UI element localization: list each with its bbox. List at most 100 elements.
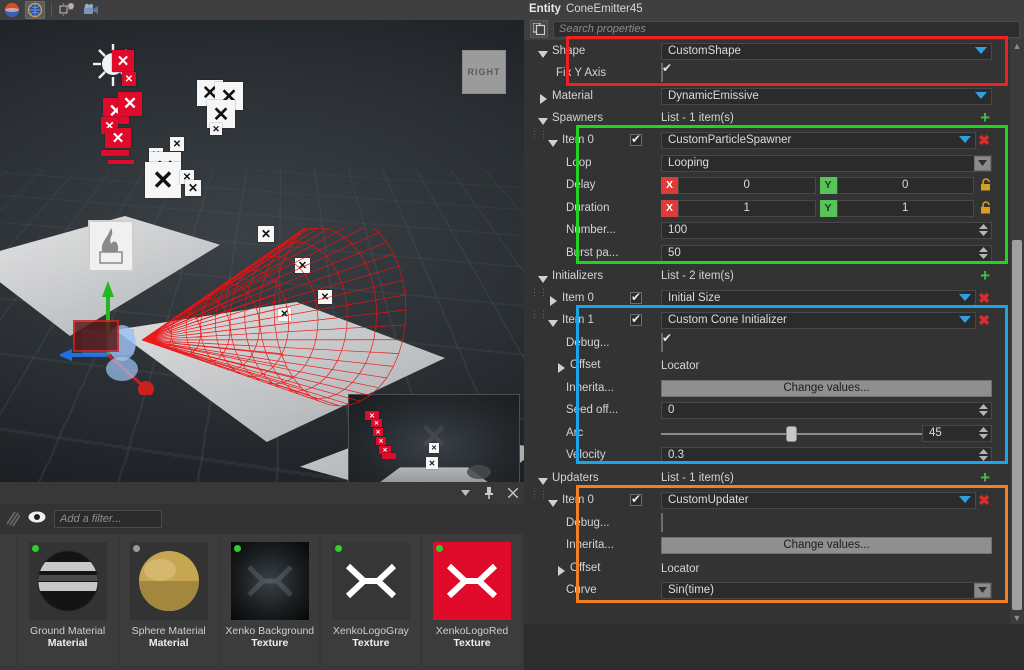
- property-combobox[interactable]: CustomShape: [661, 43, 992, 60]
- property-scrollbar[interactable]: ▲ ▼: [1010, 40, 1024, 624]
- panel-footer: [524, 624, 1024, 670]
- asset-card[interactable]: Xenko Background Texture: [221, 534, 319, 665]
- chevron-down-icon[interactable]: [458, 486, 472, 500]
- slider-number-input[interactable]: 45: [922, 425, 992, 442]
- property-combobox[interactable]: Sin(time): [661, 582, 992, 599]
- add-item-icon[interactable]: +: [980, 269, 990, 283]
- asset-card[interactable]: XenkoLogoGray Texture: [322, 534, 420, 665]
- asset-card[interactable]: XenkoLogoRed Texture: [423, 534, 521, 665]
- add-item-icon[interactable]: +: [980, 111, 990, 125]
- vector-y-input[interactable]: 1: [837, 200, 975, 217]
- property-combobox[interactable]: Custom Cone Initializer: [661, 312, 976, 329]
- expander-expand-icon[interactable]: [538, 91, 548, 101]
- grip-handle-icon[interactable]: [6, 510, 20, 528]
- delete-item-icon[interactable]: ✖: [978, 493, 990, 507]
- axis-x-badge: X: [661, 177, 678, 194]
- spinner-arrows[interactable]: [978, 224, 989, 237]
- chevron-down-icon[interactable]: [959, 294, 971, 301]
- vector-x-input[interactable]: 1: [678, 200, 816, 217]
- chevron-down-icon[interactable]: [975, 92, 987, 99]
- search-properties-input[interactable]: Search properties: [553, 21, 1020, 38]
- delete-item-icon[interactable]: ✖: [978, 313, 990, 327]
- item-enabled-checkbox[interactable]: [630, 134, 642, 146]
- asset-card[interactable]: Ground Material Material: [19, 534, 117, 665]
- change-values-button[interactable]: Change values...: [661, 537, 992, 554]
- expander-collapse-icon[interactable]: [548, 135, 558, 145]
- chevron-down-icon[interactable]: [959, 316, 971, 323]
- property-row: Delay X 0 Y 0: [524, 174, 1010, 196]
- spinner-arrows[interactable]: [978, 427, 989, 440]
- row-drag-handle[interactable]: ⋮⋮: [530, 133, 533, 136]
- expander-collapse-icon[interactable]: [548, 495, 558, 505]
- property-combobox[interactable]: CustomUpdater: [661, 492, 976, 509]
- delete-item-icon[interactable]: ✖: [978, 133, 990, 147]
- property-label: Offset: [570, 359, 600, 371]
- property-combobox[interactable]: Initial Size: [661, 290, 976, 307]
- scroll-up-arrow[interactable]: ▲: [1012, 41, 1022, 51]
- expander-collapse-icon[interactable]: [538, 473, 548, 483]
- expander-collapse-icon[interactable]: [548, 315, 558, 325]
- gizmo-transform-icon[interactable]: [58, 1, 78, 19]
- property-checkbox[interactable]: [661, 333, 663, 352]
- property-number-input[interactable]: 50: [661, 245, 992, 262]
- change-values-button[interactable]: Change values...: [661, 380, 992, 397]
- item-enabled-checkbox[interactable]: [630, 314, 642, 326]
- asset-filter-input[interactable]: Add a filter...: [54, 510, 162, 528]
- expander-collapse-icon[interactable]: [538, 113, 548, 123]
- asset-type: Texture: [453, 637, 490, 649]
- copy-properties-icon[interactable]: [530, 20, 548, 38]
- close-icon[interactable]: [506, 486, 520, 500]
- chevron-down-icon[interactable]: [959, 136, 971, 143]
- property-checkbox[interactable]: [661, 513, 663, 532]
- property-checkbox[interactable]: [661, 63, 663, 82]
- property-number-input[interactable]: 0: [661, 402, 992, 419]
- chevron-down-icon[interactable]: [974, 583, 991, 598]
- slider-thumb[interactable]: [786, 426, 797, 442]
- vector-x-input[interactable]: 0: [678, 177, 816, 194]
- combobox-value: CustomUpdater: [668, 494, 749, 506]
- property-slider[interactable]: [661, 425, 922, 442]
- material-sphere-icon[interactable]: [2, 1, 22, 19]
- asset-card-partial[interactable]: [0, 534, 16, 665]
- scrollbar-thumb[interactable]: [1012, 240, 1022, 610]
- row-drag-handle[interactable]: ⋮⋮: [530, 493, 533, 496]
- item-enabled-checkbox[interactable]: [630, 494, 642, 506]
- expander-expand-icon[interactable]: [556, 563, 566, 573]
- add-item-icon[interactable]: +: [980, 471, 990, 485]
- chevron-down-icon[interactable]: [959, 496, 971, 503]
- spinner-arrows[interactable]: [978, 247, 989, 260]
- spinner-arrows[interactable]: [978, 404, 989, 417]
- property-label: Burst pa...: [566, 247, 618, 259]
- unlock-icon[interactable]: [980, 178, 992, 196]
- chevron-down-icon[interactable]: [975, 47, 987, 54]
- property-number-input[interactable]: 100: [661, 222, 992, 239]
- property-label: Spawners: [552, 112, 603, 124]
- pin-icon[interactable]: [482, 486, 496, 500]
- globe-grid-icon[interactable]: [25, 1, 45, 19]
- property-number-input[interactable]: 0.3: [661, 447, 992, 464]
- expander-collapse-icon[interactable]: [538, 271, 548, 281]
- row-drag-handle[interactable]: ⋮⋮: [530, 291, 533, 294]
- item-enabled-checkbox[interactable]: [630, 292, 642, 304]
- row-drag-handle[interactable]: ⋮⋮: [530, 313, 533, 316]
- vector-y-input[interactable]: 0: [837, 177, 975, 194]
- property-combobox[interactable]: DynamicEmissive: [661, 88, 992, 105]
- property-row: Item 0 Initial Size ✖: [524, 287, 1010, 309]
- unlock-icon[interactable]: [980, 201, 992, 219]
- property-row: Fix Y Axis: [524, 62, 1010, 84]
- expander-collapse-icon[interactable]: [538, 46, 548, 56]
- asset-card[interactable]: Sphere Material Material: [120, 534, 218, 665]
- property-combobox[interactable]: Looping: [661, 155, 992, 172]
- view-cube[interactable]: RIGHT: [462, 50, 506, 94]
- scroll-down-arrow[interactable]: ▼: [1012, 613, 1022, 623]
- spinner-arrows[interactable]: [978, 449, 989, 462]
- 3d-viewport[interactable]: ✕ ✕ ✕ ✕ ✕ ✕ ✕ ✕ RIGHT ✕ ✕: [0, 20, 524, 482]
- expander-expand-icon[interactable]: [548, 293, 558, 303]
- visibility-icon[interactable]: [28, 510, 46, 528]
- chevron-down-icon[interactable]: [974, 156, 991, 171]
- delete-item-icon[interactable]: ✖: [978, 291, 990, 305]
- camera-icon[interactable]: [81, 1, 101, 19]
- property-combobox[interactable]: CustomParticleSpawner: [661, 132, 976, 149]
- expander-expand-icon[interactable]: [556, 360, 566, 370]
- particle-sprite-white: ✕: [210, 123, 222, 135]
